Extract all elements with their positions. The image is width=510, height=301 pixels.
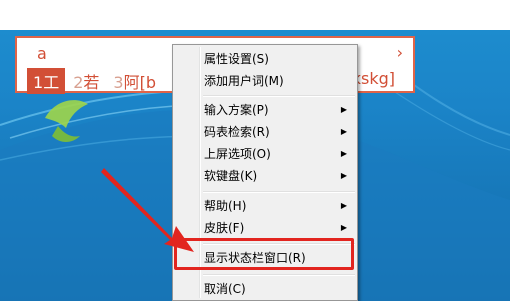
menu-item-label: 输入方案(P) (204, 103, 269, 117)
menu-item-label: 取消(C) (204, 282, 246, 296)
menu-item-label: 上屏选项(O) (204, 147, 271, 161)
candidate-list: 1工 2若 3阿[b (27, 68, 164, 94)
submenu-arrow-icon: ▶ (340, 201, 347, 210)
menu-item-code-lookup[interactable]: 码表检索(R) ▶ (175, 121, 355, 143)
submenu-arrow-icon: ▶ (340, 127, 347, 136)
candidate-item-3[interactable]: 3阿[b (107, 68, 162, 94)
candidate-text: 若 (83, 73, 100, 92)
menu-item-properties[interactable]: 属性设置(S) (175, 48, 355, 70)
menu-item-skin[interactable]: 皮肤(F) ▶ (175, 217, 355, 239)
menu-item-cancel[interactable]: 取消(C) (175, 278, 355, 300)
menu-item-label: 帮助(H) (204, 199, 247, 213)
candidate-number: 1 (33, 73, 44, 92)
menu-item-label: 添加用户词(M) (204, 74, 284, 88)
ime-input-code: a (37, 44, 47, 63)
candidate-text: 工 (43, 73, 60, 92)
menu-item-input-scheme[interactable]: 输入方案(P) ▶ (175, 99, 355, 121)
candidate-number: 2 (73, 73, 84, 92)
menu-item-label: 皮肤(F) (204, 221, 245, 235)
annotation-highlight-box (174, 238, 354, 270)
candidate-item-2[interactable]: 2若 (67, 68, 105, 94)
candidate-number: 3 (113, 73, 124, 92)
menu-item-label: 码表检索(R) (204, 125, 270, 139)
submenu-arrow-icon: ▶ (340, 149, 347, 158)
menu-separator (203, 95, 355, 97)
next-page-icon[interactable]: › (397, 43, 403, 62)
candidate-item-1[interactable]: 1工 (27, 68, 66, 94)
menu-separator (203, 191, 355, 193)
menu-item-screen-options[interactable]: 上屏选项(O) ▶ (175, 143, 355, 165)
submenu-arrow-icon: ▶ (340, 223, 347, 232)
menu-item-label: 属性设置(S) (204, 52, 269, 66)
menu-item-soft-keyboard[interactable]: 软键盘(K) ▶ (175, 165, 355, 187)
candidate-text: 阿[b (123, 73, 156, 92)
menu-item-label: 软键盘(K) (204, 169, 258, 183)
menu-item-add-user-word[interactable]: 添加用户词(M) (175, 70, 355, 92)
menu-item-help[interactable]: 帮助(H) ▶ (175, 195, 355, 217)
submenu-arrow-icon: ▶ (340, 105, 347, 114)
submenu-arrow-icon: ▶ (340, 171, 347, 180)
menu-separator (203, 274, 355, 276)
candidate-tail-text: kskg] (351, 69, 395, 88)
